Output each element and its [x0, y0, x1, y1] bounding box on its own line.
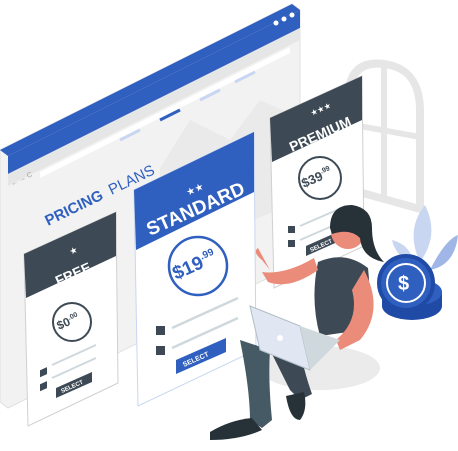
laptop-icon: [277, 335, 283, 341]
window-dot: [273, 20, 279, 26]
feature-checkbox: [288, 240, 295, 247]
feature-checkbox: [156, 326, 165, 335]
window-dot: [289, 12, 295, 18]
pricing-illustration: ← → C PRICING PLANS ★ FREE $0.00 SELECT …: [0, 3, 458, 440]
feature-checkbox: [156, 346, 165, 355]
feature-checkbox: [288, 226, 295, 233]
window-dot: [281, 16, 287, 22]
svg-text:$: $: [398, 273, 409, 295]
